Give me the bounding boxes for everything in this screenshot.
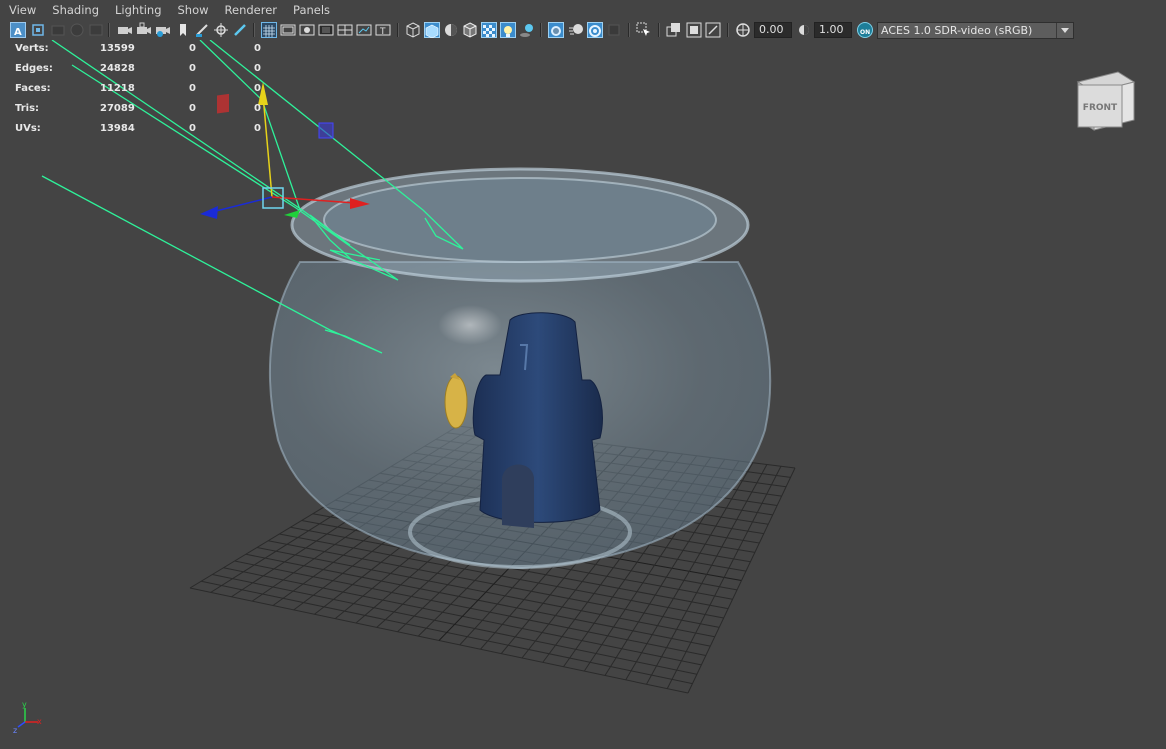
- safe-title-icon[interactable]: T: [375, 22, 391, 38]
- camera-lock-icon[interactable]: [136, 22, 152, 38]
- axis-y-label: y: [22, 700, 27, 709]
- xray-joints-icon[interactable]: [666, 22, 682, 38]
- 2d-pan-zoom-icon[interactable]: [88, 22, 104, 38]
- hud-value: 0: [189, 83, 196, 94]
- default-material-icon[interactable]: [443, 22, 459, 38]
- hud-value: 13984: [100, 123, 135, 134]
- gate-mask-icon[interactable]: [318, 22, 334, 38]
- menu-shading[interactable]: Shading: [44, 0, 107, 20]
- scene-canvas[interactable]: FRONT y x z: [0, 40, 1166, 749]
- menu-show[interactable]: Show: [170, 0, 217, 20]
- depth-of-field-icon[interactable]: [606, 22, 622, 38]
- hud-label: UVs:: [15, 123, 41, 134]
- axis-indicator: y x z: [13, 700, 42, 735]
- svg-text:T: T: [379, 27, 386, 37]
- bookmarks-icon[interactable]: [50, 22, 66, 38]
- select-camera-icon[interactable]: A: [10, 22, 26, 38]
- menu-view[interactable]: View: [0, 0, 44, 20]
- menu-lighting[interactable]: Lighting: [107, 0, 169, 20]
- film-gate-icon[interactable]: [280, 22, 296, 38]
- panel-menubar: View Shading Lighting Show Renderer Pane…: [0, 0, 1166, 20]
- hud-value: 13599: [100, 43, 135, 54]
- camera-toggle-icon[interactable]: [705, 22, 721, 38]
- hud-label: Tris:: [15, 103, 40, 114]
- hud-value: 0: [254, 103, 261, 114]
- hud-value: 0: [254, 83, 261, 94]
- hud-value: 0: [189, 63, 196, 74]
- hud-label: Edges:: [15, 63, 53, 74]
- axis-z-label: z: [13, 726, 17, 735]
- hud-value: 27089: [100, 103, 135, 114]
- xray-icon[interactable]: [481, 22, 497, 38]
- panel-toolbar: A T 0.00 1.00 ON ACES 1.0 SDR-video (sRG…: [0, 20, 1166, 40]
- view-cube-label: FRONT: [1083, 103, 1118, 113]
- shadows-icon[interactable]: [519, 22, 535, 38]
- grid-icon[interactable]: [261, 22, 277, 38]
- hud-value: 0: [254, 63, 261, 74]
- pencil-icon[interactable]: [232, 22, 248, 38]
- menu-panels[interactable]: Panels: [285, 0, 338, 20]
- image-plane-icon[interactable]: [69, 22, 85, 38]
- 3d-viewport[interactable]: FRONT y x z Verts: 13599 0 0 Edges: 2482…: [0, 40, 1166, 749]
- safe-action-icon[interactable]: [356, 22, 372, 38]
- bookmark-icon[interactable]: [176, 22, 192, 38]
- hud-label: Verts:: [15, 43, 49, 54]
- color-management-toggle[interactable]: ON: [857, 22, 873, 38]
- hud-value: 0: [189, 43, 196, 54]
- multisample-aa-icon[interactable]: [587, 22, 603, 38]
- hud-value: 0: [189, 103, 196, 114]
- hud-value: 0: [254, 43, 261, 54]
- wireframe-on-shaded-icon[interactable]: [462, 22, 478, 38]
- 2d-pan-zoom-icon-2[interactable]: [213, 22, 229, 38]
- use-all-lights-icon[interactable]: [500, 22, 516, 38]
- hud-value: 0: [189, 123, 196, 134]
- axis-x-label: x: [37, 717, 42, 726]
- motion-blur-icon[interactable]: [568, 22, 584, 38]
- color-management-badge-text: ON: [860, 29, 870, 36]
- grease-pencil-icon[interactable]: [194, 22, 210, 38]
- camera-attributes-icon[interactable]: [30, 22, 46, 38]
- gamma-field[interactable]: 1.00: [814, 22, 852, 38]
- exposure-icon[interactable]: [735, 22, 751, 38]
- smooth-shade-icon[interactable]: [424, 22, 440, 39]
- menu-renderer[interactable]: Renderer: [217, 0, 286, 20]
- xray-active-icon[interactable]: [686, 22, 702, 38]
- hud-label: Faces:: [15, 83, 51, 94]
- camera-icon[interactable]: [117, 22, 133, 38]
- hud-value: 24828: [100, 63, 135, 74]
- chevron-down-icon[interactable]: [1056, 23, 1073, 38]
- field-chart-icon[interactable]: [337, 22, 353, 38]
- isolate-select-icon[interactable]: [636, 22, 652, 38]
- hud-value: 11218: [100, 83, 135, 94]
- hud-value: 0: [254, 123, 261, 134]
- camera-guide-icon[interactable]: [155, 22, 171, 38]
- screen-space-ao-icon[interactable]: [548, 22, 564, 38]
- resolution-gate-icon[interactable]: [299, 22, 315, 38]
- exposure-field[interactable]: 0.00: [754, 22, 792, 38]
- gamma-icon[interactable]: [796, 22, 812, 38]
- svg-text:A: A: [14, 27, 22, 38]
- color-space-dropdown[interactable]: ACES 1.0 SDR-video (sRGB): [877, 22, 1074, 39]
- view-cube: FRONT: [1076, 71, 1136, 131]
- wireframe-icon[interactable]: [405, 22, 421, 38]
- color-space-value: ACES 1.0 SDR-video (sRGB): [881, 24, 1033, 37]
